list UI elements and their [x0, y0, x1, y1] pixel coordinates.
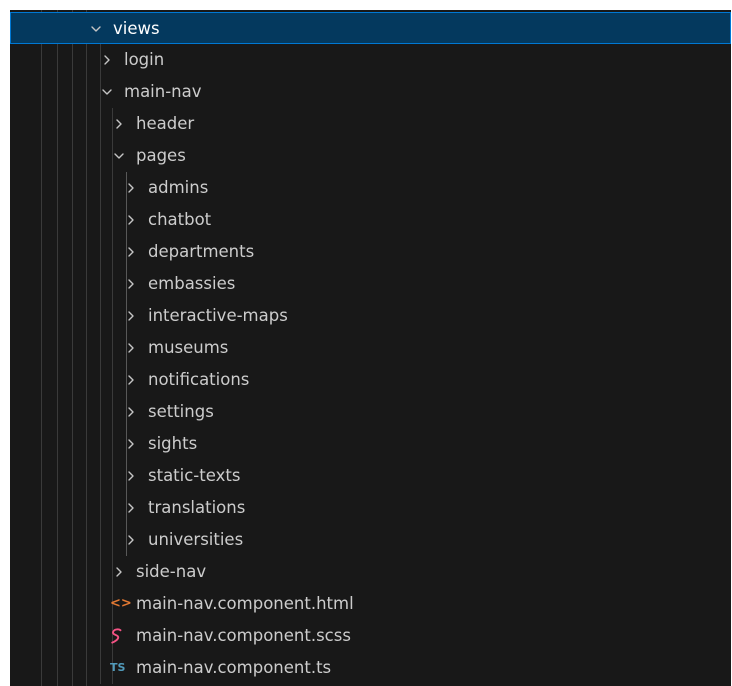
- tree-folder-departments[interactable]: departments: [10, 236, 731, 268]
- tree-file-main-nav-component-ts[interactable]: TS main-nav.component.ts: [10, 652, 731, 684]
- chevron-right-icon[interactable]: [124, 405, 138, 419]
- tree-folder-login[interactable]: login: [10, 44, 731, 76]
- tree-folder-museums[interactable]: museums: [10, 332, 731, 364]
- chevron-right-icon[interactable]: [124, 245, 138, 259]
- tree-folder-pages[interactable]: pages: [10, 140, 731, 172]
- tree-folder-settings[interactable]: settings: [10, 396, 731, 428]
- folder-name: main-nav: [124, 82, 202, 101]
- tree-folder-embassies[interactable]: embassies: [10, 268, 731, 300]
- tree-folder-side-nav[interactable]: side-nav: [10, 556, 731, 588]
- folder-name: side-nav: [136, 562, 207, 581]
- tree-folder-translations[interactable]: translations: [10, 492, 731, 524]
- chevron-right-icon[interactable]: [124, 213, 138, 227]
- tree-file-main-nav-component-scss[interactable]: main-nav.component.scss: [10, 620, 731, 652]
- tree-folder-main-nav[interactable]: main-nav: [10, 76, 731, 108]
- folder-name: interactive-maps: [148, 306, 288, 325]
- folder-name: chatbot: [148, 210, 212, 229]
- tree-folder-sights[interactable]: sights: [10, 428, 731, 460]
- chevron-down-icon[interactable]: [89, 22, 103, 36]
- tree-folder-interactive-maps[interactable]: interactive-maps: [10, 300, 731, 332]
- chevron-right-icon[interactable]: [124, 373, 138, 387]
- chevron-right-icon[interactable]: [124, 341, 138, 355]
- tree-folder-admins[interactable]: admins: [10, 172, 731, 204]
- chevron-right-icon[interactable]: [124, 437, 138, 451]
- tree-folder-static-texts[interactable]: static-texts: [10, 460, 731, 492]
- tree-folder-chatbot[interactable]: chatbot: [10, 204, 731, 236]
- chevron-right-icon[interactable]: [100, 53, 114, 67]
- folder-name: header: [136, 114, 195, 133]
- tree-file-main-nav-component-html[interactable]: <> main-nav.component.html: [10, 588, 731, 620]
- sass-icon: [110, 620, 124, 652]
- chevron-right-icon[interactable]: [124, 277, 138, 291]
- folder-name: static-texts: [148, 466, 241, 485]
- folder-name: sights: [148, 434, 198, 453]
- chevron-right-icon[interactable]: [124, 309, 138, 323]
- folder-name: admins: [148, 178, 209, 197]
- tree-folder-header[interactable]: header: [10, 108, 731, 140]
- chevron-down-icon[interactable]: [100, 85, 114, 99]
- chevron-right-icon[interactable]: [124, 533, 138, 547]
- chevron-right-icon[interactable]: [124, 181, 138, 195]
- typescript-icon: TS: [110, 661, 126, 674]
- file-name: main-nav.component.scss: [136, 626, 351, 645]
- folder-name: login: [124, 50, 165, 69]
- folder-name: universities: [148, 530, 244, 549]
- tree-folder-notifications[interactable]: notifications: [10, 364, 731, 396]
- folder-name: settings: [148, 402, 214, 421]
- tree-folder-views[interactable]: views: [10, 12, 731, 44]
- folder-name: embassies: [148, 274, 236, 293]
- chevron-down-icon[interactable]: [112, 149, 126, 163]
- chevron-right-icon[interactable]: [112, 117, 126, 131]
- file-name: main-nav.component.html: [136, 594, 354, 613]
- chevron-right-icon[interactable]: [112, 565, 126, 579]
- file-explorer-tree: views login main-nav header pages admins chatb…: [10, 10, 731, 686]
- chevron-right-icon[interactable]: [124, 501, 138, 515]
- file-name: main-nav.component.ts: [136, 658, 332, 677]
- folder-name: views: [113, 19, 160, 38]
- folder-name: museums: [148, 338, 229, 357]
- folder-name: departments: [148, 242, 255, 261]
- folder-name: translations: [148, 498, 246, 517]
- html-icon: <>: [110, 596, 132, 611]
- tree-folder-universities[interactable]: universities: [10, 524, 731, 556]
- chevron-right-icon[interactable]: [124, 469, 138, 483]
- folder-name: pages: [136, 146, 186, 165]
- folder-name: notifications: [148, 370, 250, 389]
